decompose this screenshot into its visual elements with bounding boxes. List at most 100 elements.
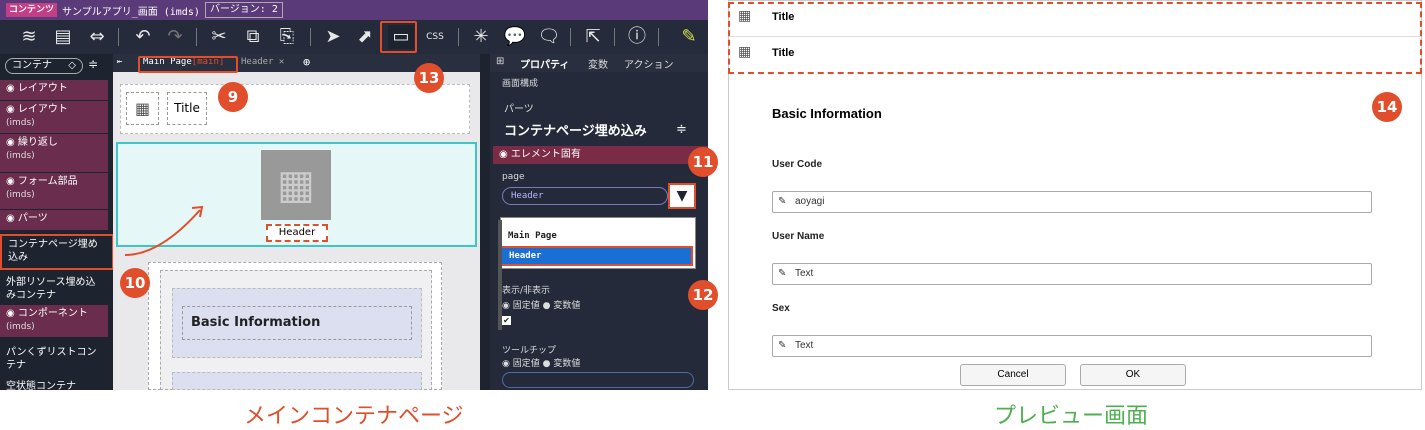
radio-fixed: 固定値 <box>512 359 540 369</box>
visibility-radios[interactable]: ◉ 固定値 ● 変数値 <box>502 298 580 311</box>
user-code-field[interactable]: ✎ aoyagi <box>772 191 1372 213</box>
preview-title-1: Title <box>772 11 795 23</box>
grid-icon: ▦ <box>738 8 752 24</box>
callout-10: 10 <box>120 268 150 298</box>
tab-properties[interactable]: プロパティ <box>520 56 569 71</box>
sidebar-item-sub: (imds) <box>6 190 35 200</box>
sidebar-item-external[interactable]: 外部リソース埋め込みコンテナ <box>0 274 108 302</box>
fit-icon[interactable]: ⇔ <box>84 25 110 49</box>
tooltip-radios[interactable]: ◉ 固定値 ● 変数値 <box>502 356 580 369</box>
caption-preview: プレビュー画面 <box>994 404 1149 429</box>
callout-12: 12 <box>688 280 718 310</box>
sidebar-item-repeat[interactable]: ◉ 繰り返し (imds) <box>0 134 108 172</box>
add-tab-icon[interactable]: ⊕ <box>303 55 310 69</box>
radio-fixed: 固定値 <box>512 301 540 311</box>
title-bar: コンテンツ サンプルアプリ_画面 (imds) バージョン: 2 <box>0 0 708 20</box>
select-icon[interactable]: ⬈ <box>352 25 378 49</box>
group-label: エレメント固有 <box>510 149 581 160</box>
panel-icon: ⊞ <box>496 56 505 67</box>
check-edit-icon[interactable]: ✎ <box>676 25 702 49</box>
page-select[interactable]: Header <box>502 187 668 205</box>
tooltip-label: ツールチップ <box>502 346 557 356</box>
content-badge: コンテンツ <box>6 3 58 17</box>
back-icon[interactable]: ⇤ <box>117 57 122 67</box>
collapse-icon[interactable]: ≑ <box>88 57 98 71</box>
component-name: コンテナページ埋め込み <box>504 124 647 139</box>
css-icon[interactable]: CSS <box>422 25 448 49</box>
sidebar-item-label: コンポーネント <box>17 308 88 319</box>
external-icon[interactable]: ⇱ <box>580 25 606 49</box>
edit-icon: ✎ <box>778 196 787 207</box>
title-label: Title <box>167 92 207 125</box>
visibility-checkbox[interactable]: ✔ <box>502 316 511 325</box>
pointer-icon[interactable]: ➤ <box>320 25 346 49</box>
callout-13: 13 <box>414 63 444 93</box>
visibility-label: 表示/非表示 <box>502 286 551 296</box>
cancel-button[interactable]: Cancel <box>960 364 1066 386</box>
sidebar-item-component[interactable]: ◉ コンポーネント (imds) <box>0 305 108 337</box>
collapse-icon[interactable]: ≑ <box>676 122 687 137</box>
redo-icon[interactable]: ↷ <box>162 25 188 49</box>
option-main-page[interactable]: Main Page <box>508 231 557 241</box>
document-icon[interactable]: ▤ <box>50 25 76 49</box>
chat-settings-icon[interactable]: 🗨 <box>536 25 562 49</box>
arrow-connector <box>124 205 204 256</box>
sidebar-item-parts[interactable]: ◉ パーツ <box>0 210 108 230</box>
dropdown-toggle-icon[interactable]: ▼ <box>668 183 696 209</box>
callout-box-main-tab <box>138 56 238 73</box>
list-icon[interactable]: ≋ <box>16 25 42 49</box>
sidebar-item-sub: (imds) <box>6 322 35 332</box>
sidebar-item-layout-imds[interactable]: ◉ レイアウト (imds) <box>0 101 108 133</box>
sex-field[interactable]: ✎ Text <box>772 335 1372 357</box>
sidebar-item-label: 空状態コンテナ <box>6 381 76 390</box>
toolbar: ≋ ▤ ⇔ ↶ ↷ ✂ ⧉ ⎘ ➤ ⬈ ▭ CSS ✳ 💬 🗨 ⇱ ⓘ ✎ <box>0 20 708 54</box>
sidebar-item-label: パンくずリストコンテナ <box>6 347 97 371</box>
scrollbar[interactable] <box>498 220 502 330</box>
header-embed-label: Header <box>266 224 328 242</box>
field-value: Text <box>795 268 814 279</box>
tab-variables[interactable]: 変数 <box>588 56 608 71</box>
next-box <box>172 372 422 390</box>
sidebar-item-form[interactable]: ◉ フォーム部品 (imds) <box>0 173 108 209</box>
sparkle-icon[interactable]: ✳ <box>468 25 494 49</box>
ok-button[interactable]: OK <box>1080 364 1186 386</box>
callout-11: 11 <box>688 147 718 177</box>
sidebar-item-breadcrumb[interactable]: パンくずリストコンテナ <box>0 344 108 372</box>
sidebar-item-layout[interactable]: ◉ レイアウト <box>0 80 108 100</box>
cut-icon[interactable]: ✂ <box>206 25 232 49</box>
sidebar-item-label: レイアウト <box>17 104 68 115</box>
sidebar-item-empty[interactable]: 空状態コンテナ <box>0 378 108 390</box>
chat-icon[interactable]: 💬 <box>502 25 528 49</box>
paste-icon[interactable]: ⎘ <box>274 25 300 49</box>
section-label: 画面構成 <box>502 79 539 89</box>
edit-icon: ✎ <box>778 268 787 279</box>
sidebar-item-label: コンテナページ埋め込み <box>8 239 98 263</box>
help-icon[interactable]: ⓘ <box>624 25 650 49</box>
preview-heading: Basic Information <box>772 106 882 121</box>
undo-icon[interactable]: ↶ <box>130 25 156 49</box>
edit-icon: ✎ <box>778 340 787 351</box>
user-name-field[interactable]: ✎ Text <box>772 263 1372 285</box>
copy-icon[interactable]: ⧉ <box>240 25 266 49</box>
tab-actions[interactable]: アクション <box>624 56 674 71</box>
sidebar-item-container-embed[interactable]: コンテナページ埋め込み <box>0 234 114 270</box>
callout-9: 9 <box>218 82 248 112</box>
chevron-down-icon: ◇ <box>68 60 76 71</box>
radio-variable: 変数値 <box>553 301 581 311</box>
version-label: バージョン: 2 <box>205 2 283 18</box>
sidebar-item-sub: (imds) <box>6 151 35 161</box>
caption-main-container: メインコンテナページ <box>244 404 464 429</box>
option-header[interactable]: Header <box>499 246 693 266</box>
user-code-label: User Code <box>772 159 823 170</box>
container-placeholder-icon: ▦ <box>261 150 331 220</box>
sidebar-item-label: フォーム部品 <box>17 176 78 187</box>
user-name-label: User Name <box>772 231 825 242</box>
page-label: page <box>502 172 525 182</box>
sidebar-category-select[interactable]: コンテナ ◇ <box>5 58 83 74</box>
grid-icon: ▦ <box>738 44 752 60</box>
tab-header[interactable]: Header ✕ <box>241 57 284 67</box>
tooltip-input[interactable] <box>502 372 694 388</box>
sidebar-item-label: 外部リソース埋め込みコンテナ <box>6 277 96 301</box>
props-tabs: ⊞ プロパティ 変数 アクション <box>490 54 708 72</box>
element-group[interactable]: ◉ エレメント固有 <box>493 146 708 164</box>
